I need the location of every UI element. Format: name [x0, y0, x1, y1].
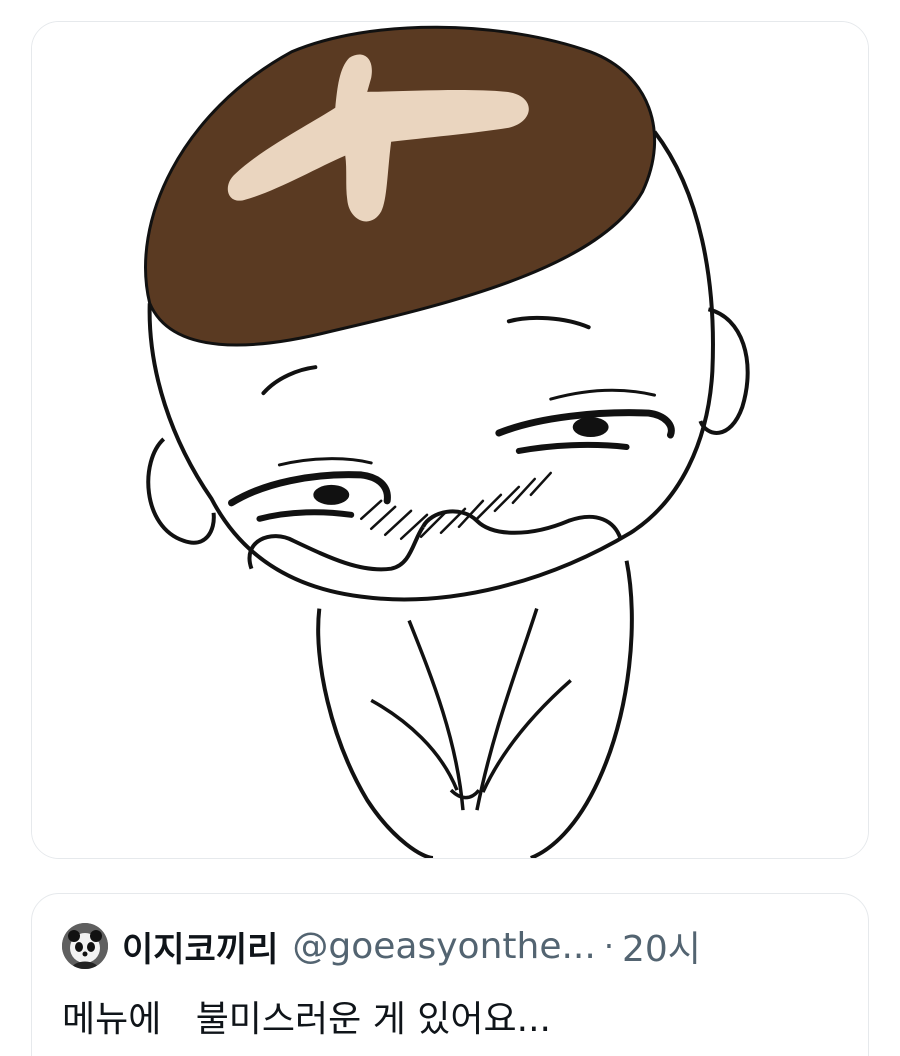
quoted-tweet-card[interactable]: 이지코끼리 @goeasyonthe... · 20시 메뉴에 불미스러운 게 …: [31, 893, 869, 1056]
quoted-tweet-header: 이지코끼리 @goeasyonthe... · 20시: [62, 921, 844, 971]
tweet-timestamp[interactable]: 20시: [622, 920, 701, 972]
panda-avatar-icon[interactable]: [62, 923, 108, 969]
tweet-image[interactable]: [31, 21, 869, 859]
mushroom-character-illustration: [32, 22, 868, 858]
quoted-tweet-text: 메뉴에 불미스러운 게 있어요...: [62, 999, 551, 1040]
tweet-page: 이지코끼리 @goeasyonthe... · 20시 메뉴에 불미스러운 게 …: [0, 0, 900, 1056]
author-handle[interactable]: @goeasyonthe...: [292, 926, 595, 967]
separator-dot: ·: [603, 927, 614, 965]
author-display-name[interactable]: 이지코끼리: [122, 922, 278, 971]
